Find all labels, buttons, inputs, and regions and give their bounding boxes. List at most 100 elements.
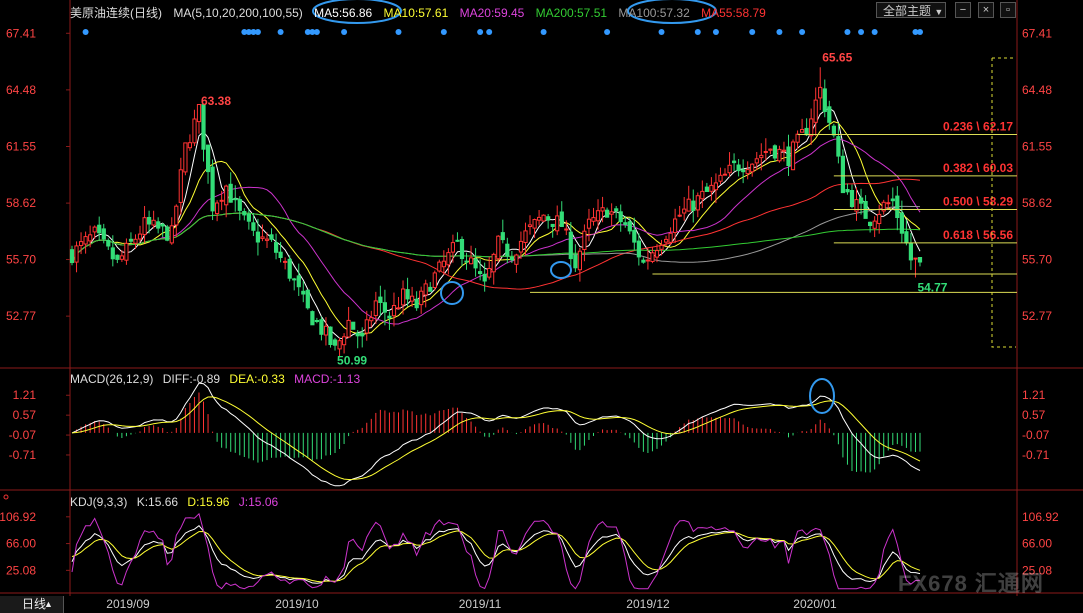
- signal-dot: [82, 29, 89, 35]
- candle-body: [904, 231, 909, 244]
- candle-body: [541, 214, 546, 222]
- candle-body: [283, 260, 288, 263]
- candle-body: [582, 230, 587, 250]
- candle-body: [346, 319, 351, 338]
- signal-dot: [277, 29, 284, 35]
- candle-body: [618, 211, 623, 223]
- candle-body: [351, 321, 356, 330]
- candle-body: [296, 275, 301, 288]
- candle-body: [614, 208, 619, 212]
- close-button[interactable]: ×: [978, 2, 994, 18]
- theme-selector[interactable]: 全部主题 ▼: [876, 2, 946, 18]
- kdj-tick-right: 106.92: [1022, 510, 1059, 524]
- candle-body: [215, 202, 220, 214]
- candle-body: [410, 295, 415, 302]
- chevron-up-icon: ▲: [44, 599, 53, 609]
- price-tick-right: 55.70: [1022, 253, 1052, 267]
- candle-body: [323, 325, 329, 336]
- candle-body: [695, 195, 700, 211]
- price-annotation: 63.38: [201, 94, 231, 108]
- candle-body: [514, 254, 519, 265]
- candle-body: [786, 146, 791, 166]
- kdj-tick-left: 25.08: [6, 563, 36, 577]
- candle-body: [219, 199, 224, 202]
- candle-body: [482, 273, 487, 282]
- candle-body: [813, 99, 818, 123]
- candle-body: [777, 148, 782, 162]
- candle-body: [673, 218, 678, 233]
- minimize-button[interactable]: −: [955, 2, 971, 18]
- candle-body: [804, 127, 809, 136]
- signal-dot: [604, 29, 611, 35]
- candle-body: [414, 298, 419, 309]
- macd-label: MACD(26,12,9): [70, 372, 154, 386]
- candle-body: [895, 195, 900, 219]
- price-tick-right: 64.48: [1022, 83, 1052, 97]
- candle-body: [772, 145, 777, 159]
- price-tick-left: 52.77: [6, 309, 36, 323]
- candle-body: [446, 252, 451, 266]
- candle-body: [868, 221, 873, 227]
- expand-icon: ▫: [1006, 4, 1010, 16]
- candle-body: [781, 149, 787, 152]
- macd-tick-right: 1.21: [1022, 388, 1046, 402]
- kdj-j: J:15.06: [238, 495, 279, 509]
- candle-body: [246, 213, 252, 222]
- price-annotation: 50.99: [337, 354, 367, 368]
- highlight-circle: [550, 261, 572, 279]
- theme-selector-label: 全部主题: [883, 4, 932, 18]
- macd-tick-right: -0.71: [1022, 448, 1050, 462]
- candle-body: [301, 290, 306, 295]
- chart-canvas[interactable]: 0.236 \ 62.17 0.382 \ 60.03 0.500 \ 58.29 0…: [0, 0, 1083, 613]
- candle-body: [809, 118, 814, 137]
- candle-body: [505, 243, 510, 257]
- signal-dot: [712, 29, 719, 35]
- ma-label: MA(5,10,20,200,100,55): [173, 6, 303, 20]
- close-icon: ×: [982, 4, 990, 16]
- signal-dot: [658, 29, 665, 35]
- candle-body: [224, 185, 229, 206]
- candle-body: [419, 290, 424, 306]
- candle-body: [378, 296, 383, 304]
- candle-body: [165, 226, 170, 241]
- candle-body: [677, 214, 682, 217]
- candle-body: [664, 238, 669, 243]
- x-tick-label: 2019/10: [275, 597, 319, 611]
- candle-body: [682, 208, 687, 214]
- candle-body: [237, 199, 242, 211]
- candle-body: [292, 278, 297, 281]
- signal-dot: [858, 29, 865, 35]
- candle-body: [668, 232, 673, 243]
- candle-body: [106, 240, 111, 247]
- candle-body: [437, 261, 442, 272]
- fib-label: 0.236 \ 62.17: [943, 120, 1013, 134]
- candle-body: [564, 228, 569, 231]
- candle-body: [355, 332, 360, 337]
- x-tick-label: 2020/01: [793, 597, 837, 611]
- candle-body: [260, 236, 265, 239]
- candle-body: [183, 142, 188, 173]
- candle-body: [763, 151, 768, 153]
- candle-body: [818, 86, 823, 99]
- candle-body: [133, 238, 138, 244]
- candle-body: [559, 211, 564, 227]
- macd-header: MACD(26,12,9) DIFF:-0.89 DEA:-0.33 MACD:…: [70, 372, 366, 386]
- signal-dot: [540, 29, 547, 35]
- fib-label: 0.618 \ 56.56: [943, 228, 1013, 242]
- candle-body: [550, 223, 555, 227]
- tab-daily-label: 日线: [22, 597, 47, 611]
- signal-dot: [341, 29, 348, 35]
- candle-body: [859, 197, 864, 204]
- expand-button[interactable]: ▫: [1000, 2, 1016, 18]
- tab-daily[interactable]: 日线 ▲: [0, 596, 64, 613]
- candle-body: [192, 118, 197, 144]
- ma55-line: [71, 178, 921, 290]
- candle-body: [650, 252, 655, 263]
- kdj-k: K:15.66: [136, 495, 179, 509]
- candle-body: [455, 239, 460, 242]
- price-tick-right: 61.55: [1022, 139, 1052, 153]
- ma10-value: MA10:57.61: [383, 6, 449, 20]
- signal-dot: [844, 29, 851, 35]
- candle-body: [632, 229, 637, 243]
- candle-body: [97, 224, 102, 234]
